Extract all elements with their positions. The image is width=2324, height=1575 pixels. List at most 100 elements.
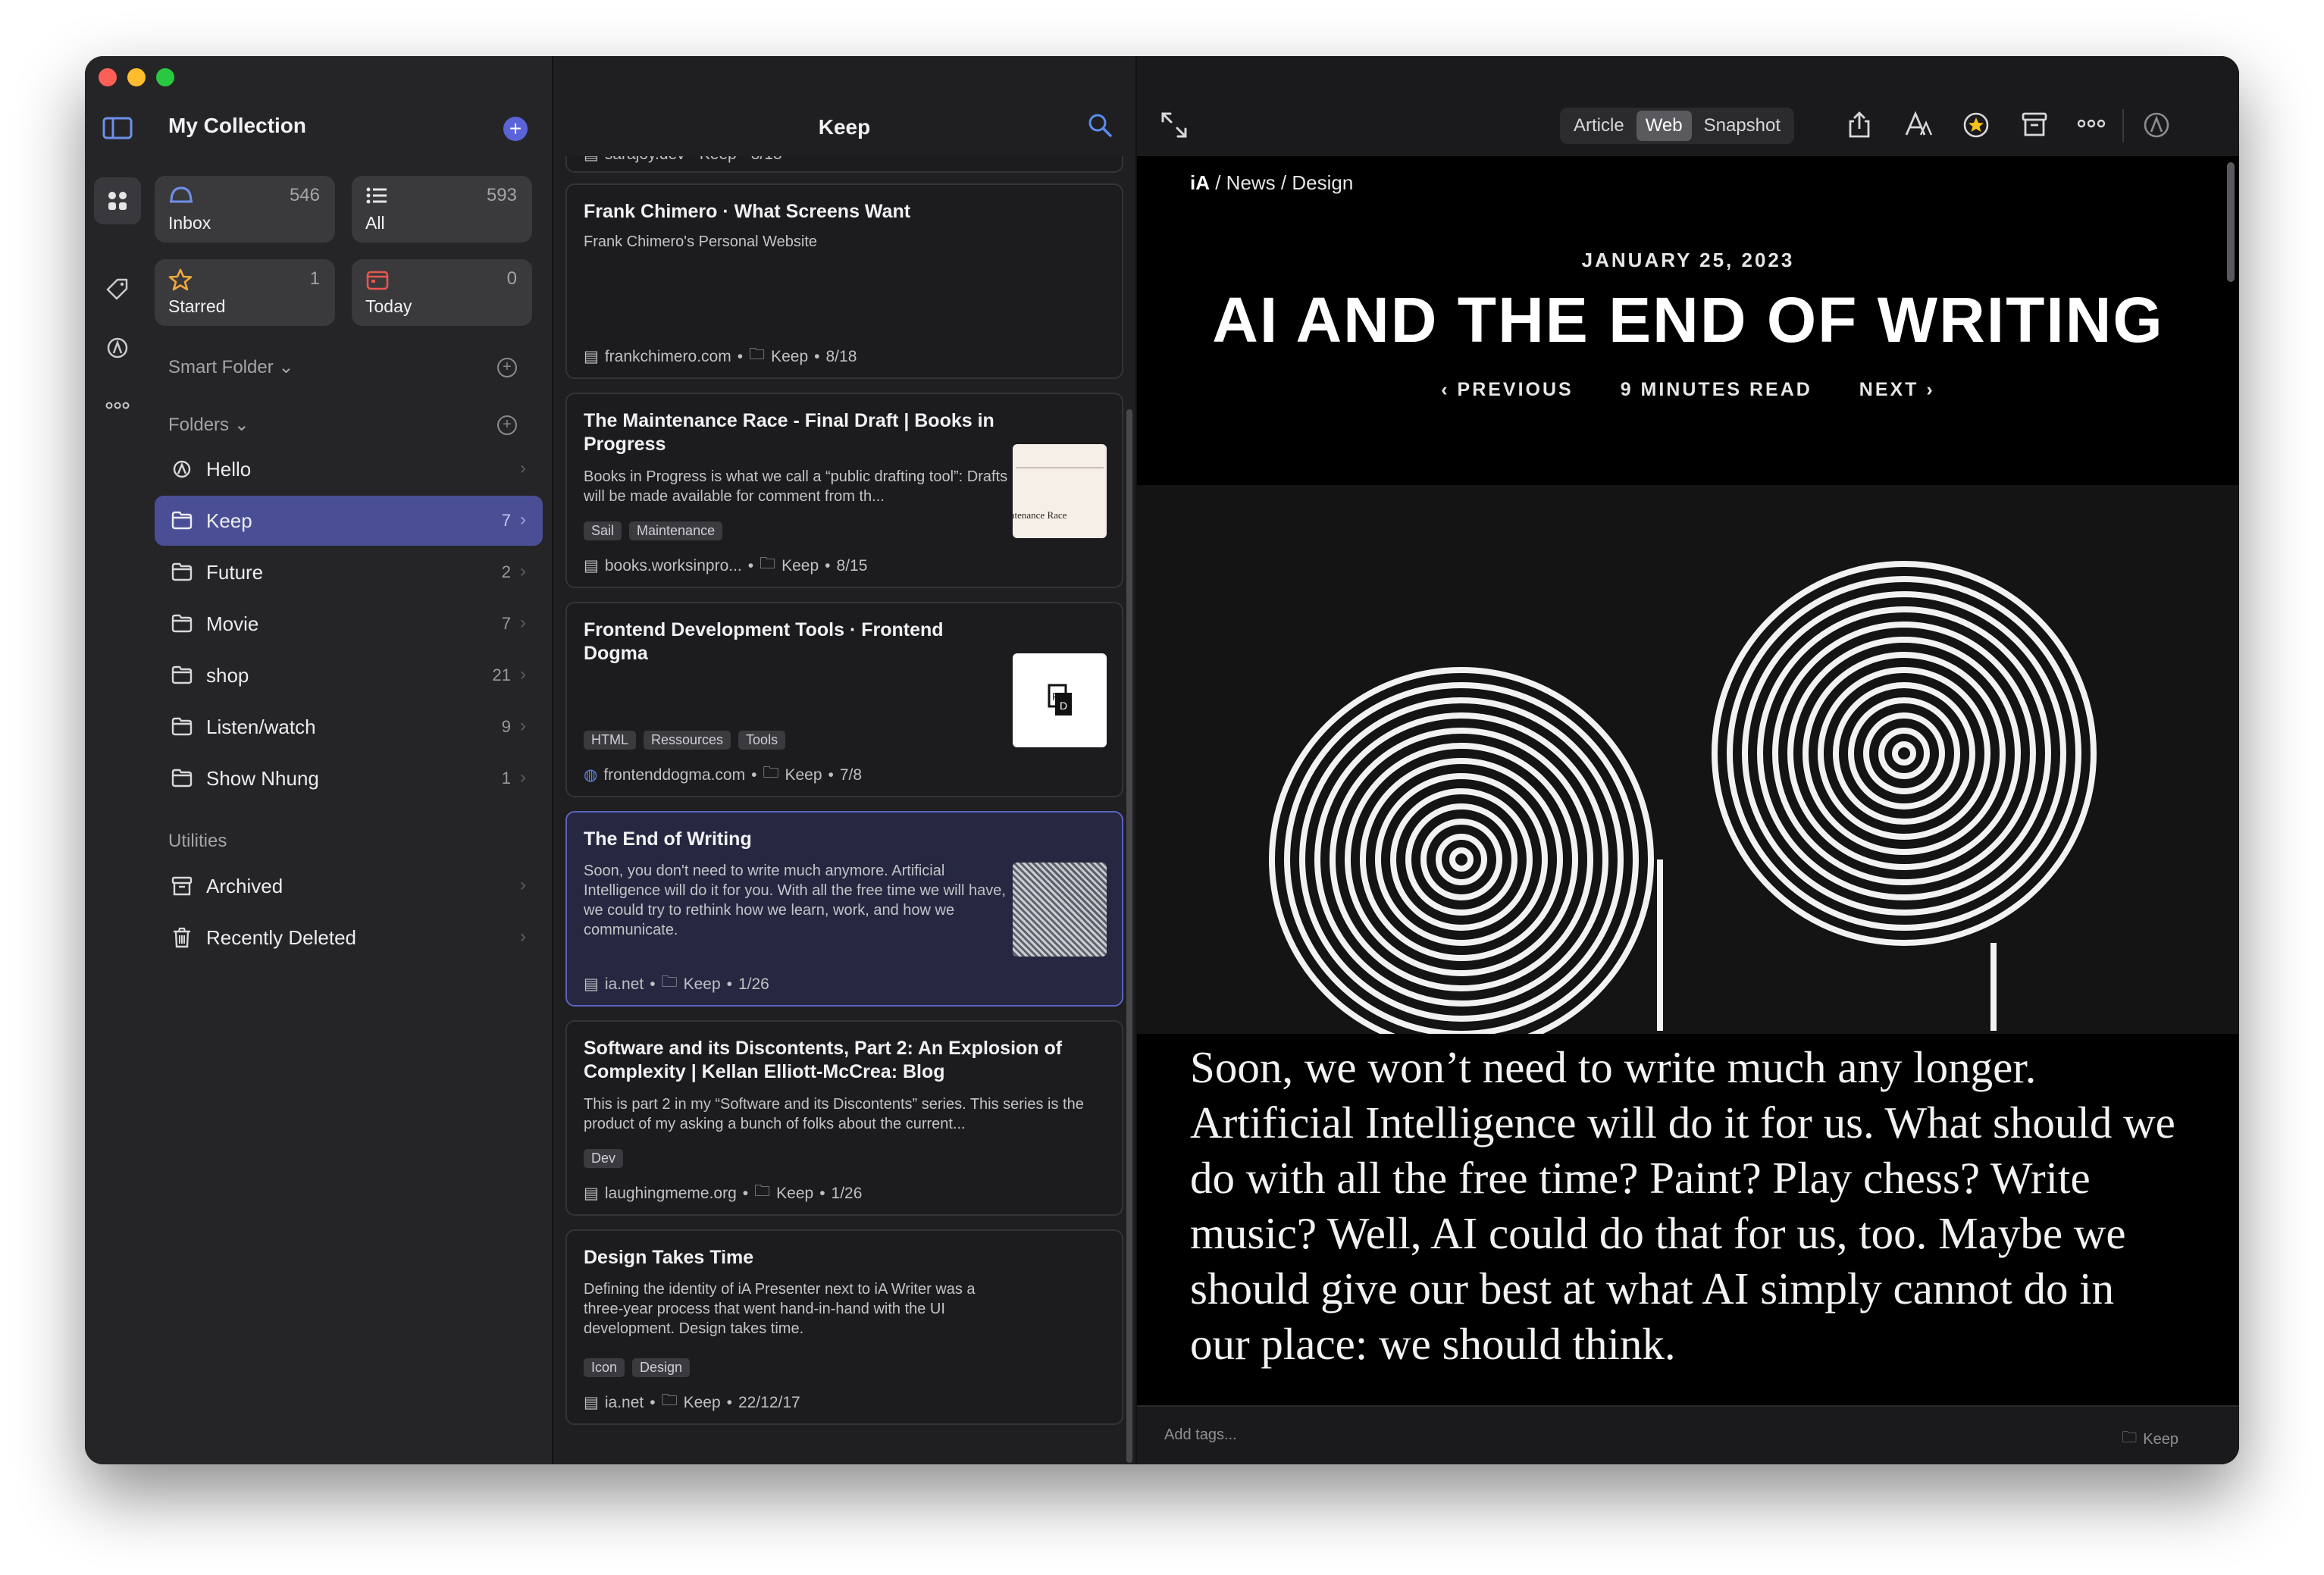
- tag-chip[interactable]: Tools: [738, 731, 786, 750]
- plus-icon: +: [503, 359, 512, 375]
- tile-label: All: [365, 213, 385, 233]
- close-window-button[interactable]: [99, 68, 117, 86]
- account-button[interactable]: [94, 324, 141, 371]
- folder-label: Future: [206, 561, 264, 584]
- tag-chip[interactable]: Ressources: [644, 731, 731, 750]
- meta-dot: •: [828, 766, 834, 784]
- card-description: Books in Progress is what we call a “pub…: [584, 468, 1008, 505]
- zoom-window-button[interactable]: [156, 68, 174, 86]
- tag-chip[interactable]: Sail: [584, 521, 622, 540]
- utility-item-recently-deleted[interactable]: Recently Deleted ›: [155, 913, 543, 963]
- tile-label: Inbox: [168, 213, 211, 233]
- sidebar: My Collection + 546 Inbox 593 All 1 Star…: [85, 56, 552, 1464]
- tile-today[interactable]: 0 Today: [352, 259, 532, 326]
- utilities-header: Utilities: [168, 831, 227, 851]
- collection-title[interactable]: My Collection: [168, 114, 306, 138]
- bookmark-card[interactable]: The Maintenance Race - Final Draft | Boo…: [565, 393, 1123, 588]
- breadcrumb-design[interactable]: Design: [1292, 171, 1353, 194]
- segment-web[interactable]: Web: [1636, 111, 1692, 141]
- utility-item-archived[interactable]: Archived ›: [155, 861, 543, 911]
- more-options-button[interactable]: [94, 382, 141, 429]
- tags-button[interactable]: [94, 265, 141, 312]
- meta-dot: •: [751, 766, 757, 784]
- tag-chip[interactable]: HTML: [584, 731, 636, 750]
- list-scroll-area[interactable]: ▤ sarajoy.dev • Keep • 8/18 Frank Chimero…: [553, 156, 1135, 1464]
- read-time: 9 MINUTES READ: [1620, 379, 1812, 400]
- card-meta: ▤ sarajoy.dev • Keep • 8/18: [584, 156, 782, 164]
- previous-link[interactable]: ‹ PREVIOUS: [1441, 379, 1573, 400]
- meta-dot: •: [747, 556, 754, 575]
- breadcrumb-site[interactable]: iA: [1190, 171, 1210, 194]
- folder-item-listen-watch[interactable]: Listen/watch 9 ›: [155, 702, 543, 752]
- breadcrumb-news[interactable]: News: [1226, 171, 1276, 194]
- minimize-window-button[interactable]: [127, 68, 146, 86]
- tile-inbox[interactable]: 546 Inbox: [155, 176, 335, 243]
- card-folder: Keep: [781, 556, 819, 575]
- reader-toolbar: Article Web Snapshot: [1137, 56, 2239, 156]
- card-domain: frontenddogma.com: [603, 766, 746, 784]
- folder-item-show-nhung[interactable]: Show Nhung 1 ›: [155, 753, 543, 803]
- add-folder-button[interactable]: +: [497, 415, 517, 435]
- compass-icon[interactable]: [2142, 111, 2171, 139]
- tag-chip[interactable]: Icon: [584, 1358, 625, 1377]
- add-tags-input[interactable]: Add tags...: [1164, 1426, 1237, 1444]
- hero-illustration: [1137, 485, 2239, 1052]
- card-thumbnail: ntenance Race: [1013, 444, 1107, 538]
- folder-item-future[interactable]: Future 2 ›: [155, 547, 543, 597]
- card-title: Design Takes Time: [584, 1247, 754, 1268]
- chevron-right-icon: ›: [520, 926, 526, 947]
- share-icon[interactable]: [1846, 111, 1872, 139]
- text-style-icon[interactable]: [1904, 111, 1933, 139]
- toggle-sidebar-button[interactable]: [94, 105, 141, 152]
- bookmark-card[interactable]: Frontend Development Tools · Frontend Do…: [565, 602, 1123, 797]
- folder-icon: 🗀: [661, 973, 678, 991]
- segment-article[interactable]: Article: [1564, 111, 1633, 141]
- expand-icon[interactable]: [1160, 111, 1189, 139]
- next-link[interactable]: NEXT ›: [1859, 379, 1935, 400]
- add-collection-button[interactable]: +: [503, 117, 528, 141]
- folder-item-keep[interactable]: Keep 7 ›: [155, 496, 543, 546]
- bookmark-card[interactable]: Software and its Discontents, Part 2: An…: [565, 1020, 1123, 1216]
- compass-icon: [107, 337, 128, 359]
- chevron-right-icon: ›: [520, 715, 526, 736]
- article-nav: ‹ PREVIOUS 9 MINUTES READ NEXT ›: [1137, 379, 2239, 401]
- folder-chip[interactable]: 🗀 Keep: [2122, 1426, 2178, 1452]
- card-folder: Keep: [683, 975, 721, 993]
- utility-label: Archived: [206, 875, 283, 897]
- frontend-dogma-logo-icon: FD: [1048, 684, 1072, 715]
- chevron-right-icon: ›: [520, 767, 526, 788]
- tag-chip[interactable]: Dev: [584, 1149, 624, 1168]
- segment-snapshot[interactable]: Snapshot: [1695, 111, 1790, 141]
- tile-all[interactable]: 593 All: [352, 176, 532, 243]
- folder-item-hello[interactable]: Hello ›: [155, 444, 543, 494]
- ellipsis-icon[interactable]: [2077, 118, 2106, 129]
- hello-icon: [173, 460, 191, 478]
- meta-dot: •: [814, 347, 820, 365]
- list-scrollbar[interactable]: [1126, 409, 1132, 1463]
- collections-button[interactable]: [94, 177, 141, 224]
- folder-label: Hello: [206, 458, 252, 481]
- sidebar-rail: [85, 56, 174, 1464]
- tile-starred[interactable]: 1 Starred: [155, 259, 335, 326]
- card-folder: Keep: [683, 1393, 721, 1411]
- chevron-right-icon: ›: [520, 509, 526, 530]
- folder-icon: [171, 769, 193, 788]
- smart-folder-label: Smart Folder: [168, 357, 274, 377]
- archive-icon[interactable]: [2021, 111, 2048, 138]
- card-title: Software and its Discontents, Part 2: An…: [584, 1038, 1063, 1082]
- search-icon[interactable]: [1087, 112, 1113, 138]
- bookmark-card[interactable]: Design Takes Time Defining the identity …: [565, 1229, 1123, 1425]
- bookmark-card-selected[interactable]: The End of Writing Soon, you don't need …: [565, 811, 1123, 1007]
- bookmark-card[interactable]: Frank Chimero · What Screens Want Frank …: [565, 183, 1123, 379]
- tag-chip[interactable]: Design: [632, 1358, 691, 1377]
- star-badge-icon[interactable]: [1962, 111, 1990, 139]
- folder-item-movie[interactable]: Movie 7 ›: [155, 599, 543, 649]
- folder-item-shop[interactable]: shop 21 ›: [155, 650, 543, 700]
- bookmark-card[interactable]: ▤ sarajoy.dev • Keep • 8/18: [565, 156, 1123, 173]
- tag-chip[interactable]: Maintenance: [629, 521, 723, 540]
- folders-header[interactable]: Folders ⌄: [168, 414, 249, 436]
- card-folder: Keep: [776, 1184, 814, 1202]
- smart-folder-header[interactable]: Smart Folder ⌄: [168, 356, 293, 378]
- add-smart-folder-button[interactable]: +: [497, 358, 517, 377]
- reader-scrollbar[interactable]: [2227, 162, 2235, 282]
